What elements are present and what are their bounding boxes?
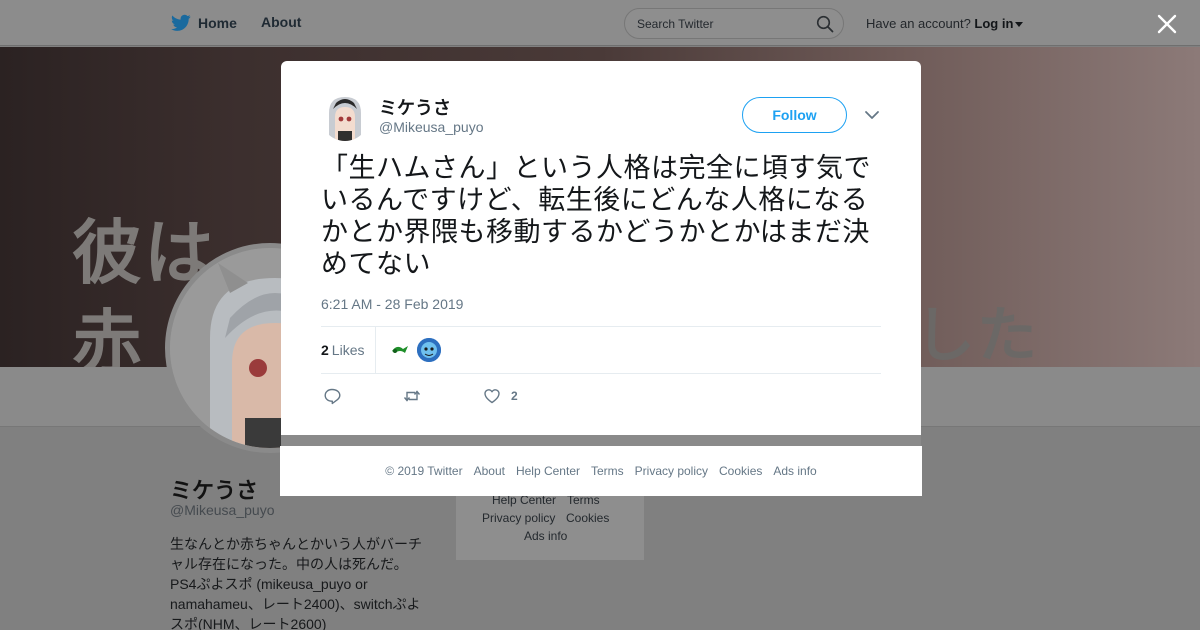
nav-home-link[interactable]: Home [171, 14, 237, 32]
liker-avatar-image [389, 338, 413, 362]
heart-icon [484, 389, 500, 404]
liker-avatar[interactable] [417, 338, 441, 362]
likes-label: Likes [331, 342, 365, 358]
profile-handle[interactable]: @Mikeusa_puyo [170, 502, 275, 518]
banner-text-3: した [915, 301, 1039, 367]
footer-ads-link[interactable]: Ads info [773, 464, 816, 478]
divider-bottom [321, 373, 881, 374]
search-input[interactable]: Search Twitter [624, 8, 844, 39]
side-privacy-link[interactable]: Privacy policy [482, 511, 555, 525]
profile-name: ミケうさ [170, 478, 259, 503]
tweet-modal: ミケうさ @Mikeusa_puyo Follow 「生ハムさん」という人格は完… [281, 61, 921, 435]
footer-cookies-link[interactable]: Cookies [719, 464, 762, 478]
nav-about-link[interactable]: About [261, 14, 301, 30]
tweet-text: 「生ハムさん」という人格は完全に頃す気でいるんですけど、転生後にどんな人格になる… [321, 153, 871, 280]
side-cookies-link[interactable]: Cookies [566, 511, 609, 525]
footer-help-center-link[interactable]: Help Center [516, 464, 580, 478]
twitter-bird-icon [171, 14, 191, 31]
tweet-author-name[interactable]: ミケうさ [379, 94, 451, 120]
follow-button[interactable]: Follow [742, 97, 847, 133]
like-button[interactable]: 2 [483, 387, 518, 405]
footer-terms-link[interactable]: Terms [591, 464, 624, 478]
retweet-icon [403, 390, 421, 402]
like-count: 2 [511, 389, 518, 403]
retweet-button[interactable] [403, 387, 421, 405]
modal-footer: © 2019 Twitter About Help Center Terms P… [280, 446, 922, 496]
likes-count-value: 2 [321, 342, 329, 358]
chevron-down-icon [1015, 22, 1024, 28]
divider-top [321, 326, 881, 327]
close-icon[interactable] [1156, 13, 1178, 35]
profile-bio: 生なんとか赤ちゃんとかいう人がバーチャル存在になった。中の人は死んだ。PS4ぷよ… [170, 536, 422, 630]
login-link[interactable]: Log in [974, 16, 1013, 31]
modal-gap [281, 435, 921, 446]
tweet-author-handle[interactable]: @Mikeusa_puyo [379, 119, 484, 135]
side-ads-link[interactable]: Ads info [524, 529, 567, 543]
tweet-timestamp[interactable]: 6:21 AM - 28 Feb 2019 [321, 296, 463, 312]
nav-home-label: Home [198, 15, 237, 31]
footer-about-link[interactable]: About [474, 464, 505, 478]
nav-about-label: About [261, 14, 302, 30]
liker-avatar-image [417, 338, 441, 362]
tweet-author-avatar[interactable] [321, 93, 369, 141]
banner-text-2: 赤 [72, 301, 144, 367]
copyright-text: © 2019 Twitter [385, 464, 463, 478]
footer-privacy-link[interactable]: Privacy policy [635, 464, 708, 478]
top-navigation-bar: Home About Search Twitter Have an accoun… [0, 0, 1200, 46]
reply-button[interactable] [323, 387, 341, 405]
reply-icon [324, 388, 341, 405]
account-prompt-label: Have an account? [866, 16, 971, 31]
stats-separator [375, 327, 376, 373]
login-prompt: Have an account? Log in [866, 16, 1024, 31]
search-icon[interactable] [816, 15, 834, 33]
chevron-down-icon[interactable] [864, 109, 880, 121]
liker-avatar[interactable] [389, 338, 413, 362]
likes-stat[interactable]: 2 Likes [321, 342, 364, 358]
author-avatar-illustration [321, 93, 369, 141]
